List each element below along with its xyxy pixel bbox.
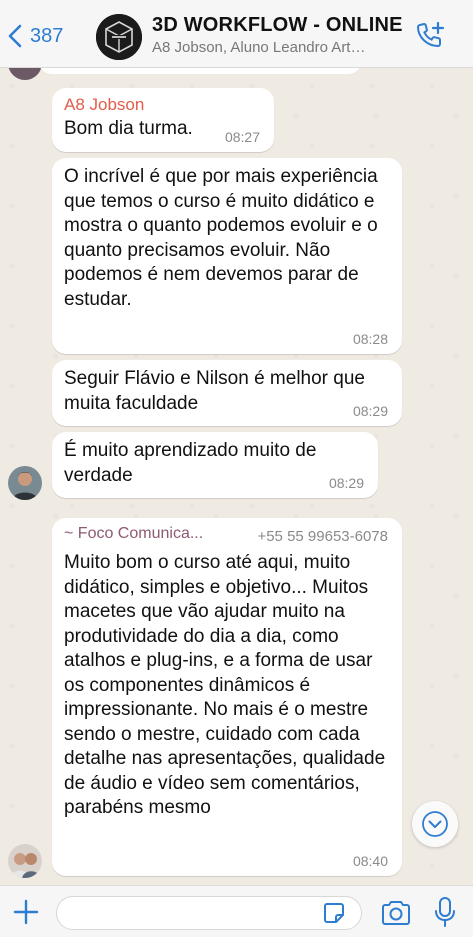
- scroll-to-bottom-button[interactable]: [412, 801, 458, 847]
- message-input[interactable]: [56, 896, 362, 930]
- add-call-button[interactable]: [414, 20, 446, 52]
- message-list[interactable]: A8 Jobson Bom dia turma. 08:27 O incríve…: [0, 68, 473, 885]
- sender-phone[interactable]: +55 55 99653-6078: [257, 528, 388, 545]
- microphone-icon: [435, 897, 455, 927]
- add-call-icon: [416, 21, 445, 48]
- avatar[interactable]: [8, 466, 42, 500]
- sticker-button[interactable]: [322, 901, 346, 925]
- camera-icon: [382, 901, 410, 925]
- message-time: 08:27: [224, 129, 260, 145]
- sender-name[interactable]: ~ Foco Comunica...: [64, 525, 203, 543]
- avatar[interactable]: [8, 68, 42, 80]
- message-bubble[interactable]: Seguir Flávio e Nilson é melhor que muit…: [52, 360, 402, 426]
- sticker-icon: [324, 903, 344, 923]
- message-text: Muito bom o curso até aqui, muito didáti…: [64, 552, 386, 818]
- attach-button[interactable]: [12, 898, 40, 926]
- chevron-left-icon: [8, 24, 22, 48]
- chat-header: 387 3D WORKFLOW - ONLINE A8 Jobson, Alun…: [0, 0, 473, 68]
- chevron-down-icon: [422, 811, 448, 837]
- message-bubble[interactable]: O incrível é que por mais experiência qu…: [52, 158, 402, 354]
- composer-bar: [0, 885, 473, 937]
- message-bubble[interactable]: A8 Jobson Bom dia turma. 08:27: [52, 88, 274, 152]
- camera-button[interactable]: [380, 899, 412, 927]
- message-bubble[interactable]: É muito aprendizado muito de verdade 08:…: [52, 432, 378, 498]
- message-text: É muito aprendizado muito de verdade: [64, 440, 317, 486]
- message-text: Seguir Flávio e Nilson é melhor que muit…: [64, 368, 365, 414]
- message-time: 08:28: [352, 331, 388, 347]
- message-text: O incrível é que por mais experiência qu…: [64, 166, 378, 310]
- chat-subtitle[interactable]: A8 Jobson, Aluno Leandro Artemi...: [152, 39, 370, 56]
- message-time: 08:29: [352, 403, 388, 419]
- message-time: 08:40: [352, 853, 388, 869]
- voice-record-button[interactable]: [432, 896, 458, 928]
- avatar[interactable]: [8, 844, 42, 878]
- back-button[interactable]: 387: [6, 22, 63, 50]
- sender-name[interactable]: A8 Jobson: [64, 95, 262, 115]
- message-bubble: [38, 68, 362, 74]
- chat-title[interactable]: 3D WORKFLOW - ONLINE: [152, 14, 403, 37]
- message-time: 08:29: [328, 475, 364, 491]
- unread-count: 387: [30, 24, 64, 47]
- plus-icon: [13, 899, 39, 925]
- group-avatar[interactable]: [96, 14, 142, 60]
- message-bubble[interactable]: ~ Foco Comunica... +55 55 99653-6078 Mui…: [52, 518, 402, 876]
